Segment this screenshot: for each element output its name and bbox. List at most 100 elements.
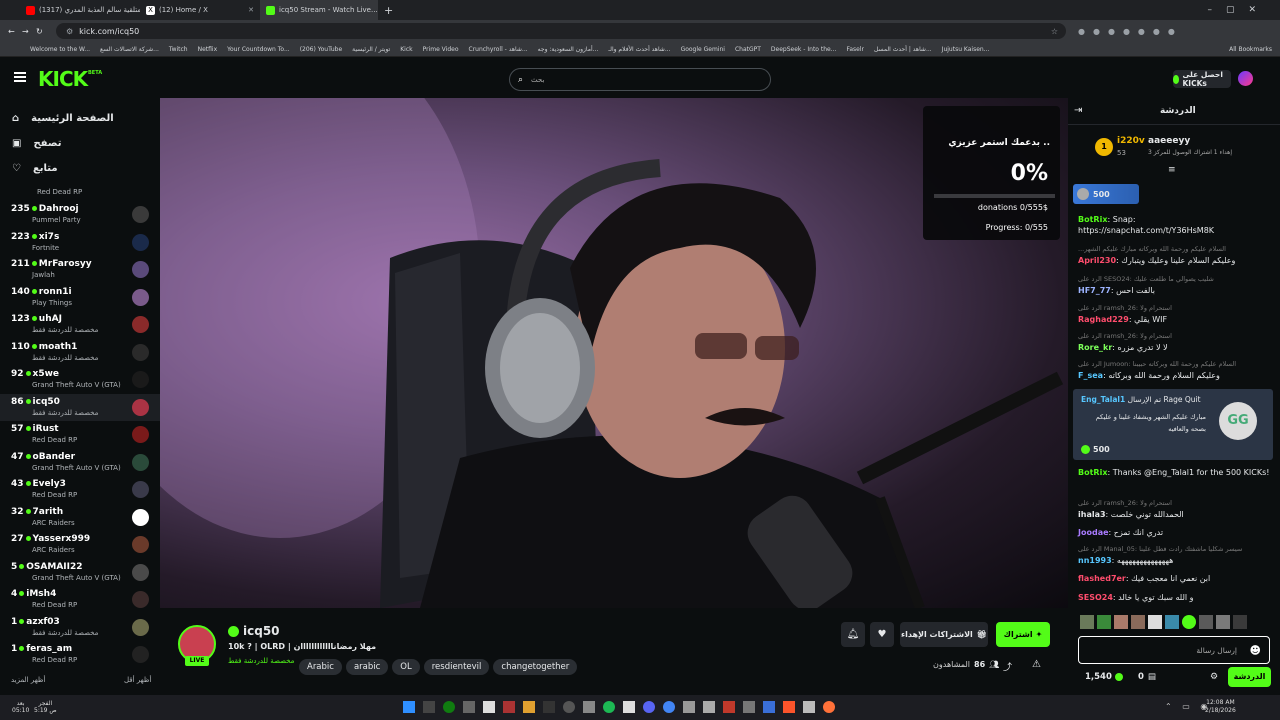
start-icon[interactable]: [403, 701, 415, 713]
chat-username[interactable]: Rore_kr: [1078, 343, 1112, 352]
taskview-icon[interactable]: [423, 701, 435, 713]
kicks-balance[interactable]: 1,540: [1085, 672, 1123, 682]
xbox-icon[interactable]: [443, 701, 455, 713]
bookmark-item[interactable]: ChatGPT: [735, 46, 761, 53]
reload-icon[interactable]: ↻: [36, 27, 52, 36]
video-player[interactable]: بدعمك استمر عزيزي .. 0% donations 0/555$…: [160, 98, 1068, 608]
bookmark-item[interactable]: Prime Video: [423, 46, 459, 53]
bookmark-item[interactable]: تويتر / الرئيسية: [352, 46, 390, 53]
emote-icon[interactable]: [1233, 615, 1247, 629]
menu-icon[interactable]: [14, 72, 26, 82]
bookmark-item[interactable]: Jujutsu Kaisen...: [942, 46, 990, 53]
sidebar-item-browse[interactable]: ▣ تصفح: [0, 131, 160, 156]
bookmark-item[interactable]: شاهد أحدث الأفلام والـ...: [608, 46, 670, 53]
user-avatar[interactable]: [1238, 71, 1253, 86]
app-icon[interactable]: [683, 701, 695, 713]
tag[interactable]: resdientevil: [423, 659, 490, 675]
tag[interactable]: OL: [392, 659, 420, 675]
gift-subs-button[interactable]: الاشتراكات الإهداء 🎁︎: [900, 622, 988, 647]
app-icon[interactable]: [723, 701, 735, 713]
emote-icon[interactable]: [1148, 615, 1162, 629]
search-input[interactable]: ⌕ بحث: [509, 68, 771, 91]
app-icon[interactable]: [583, 701, 595, 713]
app-icon[interactable]: [563, 701, 575, 713]
channel-name[interactable]: icq50: [243, 624, 280, 638]
show-more-button[interactable]: أظهر المزيد: [11, 676, 45, 684]
tag[interactable]: changetogether: [493, 659, 578, 675]
pinned-kicks-badge[interactable]: 500: [1073, 184, 1139, 204]
kick-logo[interactable]: KICK: [38, 67, 88, 91]
site-info-icon[interactable]: ⚙: [66, 27, 73, 36]
firefox-icon[interactable]: [823, 701, 835, 713]
window-controls[interactable]: –▢✕: [1207, 5, 1270, 15]
settings-gear-icon[interactable]: ⚙: [1210, 672, 1218, 682]
chat-username[interactable]: ihala3: [1078, 510, 1106, 519]
sidebar-channel-item[interactable]: 1 feras_am Red Dead RP: [0, 641, 160, 668]
sidebar-channel-item[interactable]: 5 OSAMAII22 Grand Theft Auto V (GTA): [0, 559, 160, 586]
sidebar-channel-item[interactable]: 211 MrFarosyy Jawlah: [0, 256, 160, 283]
emote-icon[interactable]: [1182, 615, 1196, 629]
bookmark-item[interactable]: Netflix: [198, 46, 218, 53]
bookmark-item[interactable]: Your Countdown To...: [227, 46, 290, 53]
folder-icon[interactable]: [523, 701, 535, 713]
sidebar-channel-item[interactable]: 235 Dahrooj Pummel Party: [0, 201, 160, 228]
sidebar-item-following[interactable]: ♡ متابع: [0, 156, 160, 181]
sidebar-channel-item[interactable]: 110 moath1 مخصصة للدردشة فقط: [0, 339, 160, 366]
app-icon[interactable]: [463, 701, 475, 713]
emote-icon[interactable]: [1114, 615, 1128, 629]
sidebar-item-home[interactable]: ⌂ الصفحة الرئيسية: [0, 106, 160, 131]
app-icon[interactable]: [703, 701, 715, 713]
emoji-icon[interactable]: ☻: [1250, 644, 1261, 657]
leaderboard-user[interactable]: aaeeeyy: [1148, 136, 1190, 146]
app-icon[interactable]: [803, 701, 815, 713]
prayer-widget[interactable]: الفجر 5:19 ص: [34, 700, 57, 714]
sidebar-channel-item[interactable]: 92 x5we Grand Theft Auto V (GTA): [0, 366, 160, 393]
chat-username[interactable]: Joodae: [1078, 528, 1109, 537]
bookmark-item[interactable]: Twitch: [169, 46, 188, 53]
emote-icon[interactable]: [1131, 615, 1145, 629]
bookmark-item[interactable]: شاهد | أحدث المسل...: [874, 46, 932, 53]
chat-username[interactable]: April230: [1078, 256, 1116, 265]
clock[interactable]: 12:08 AM 2/18/2026: [1205, 699, 1236, 715]
spotify-icon[interactable]: [603, 701, 615, 713]
sidebar-channel-item[interactable]: 4 iMsh4 Red Dead RP: [0, 586, 160, 613]
bookmark-item[interactable]: أمازون السعودية: وجه...: [538, 46, 599, 53]
app-icon[interactable]: [503, 701, 515, 713]
report-icon[interactable]: ⚠: [1032, 659, 1041, 670]
weather-widget[interactable]: بعد 05:10: [12, 700, 29, 714]
filter-icon[interactable]: ≡: [1168, 165, 1176, 175]
emote-icon[interactable]: [1080, 615, 1094, 629]
sidebar-channel-item[interactable]: 43 Evely3 Red Dead RP: [0, 476, 160, 503]
discord-icon[interactable]: [643, 701, 655, 713]
forward-icon[interactable]: →: [22, 27, 36, 36]
collapse-chat-icon[interactable]: ⇥: [1074, 105, 1082, 116]
app-icon[interactable]: [483, 701, 495, 713]
sidebar-channel-item[interactable]: 32 7arith ARC Raiders: [0, 504, 160, 531]
emote-icon[interactable]: [1216, 615, 1230, 629]
browser-tab-youtube[interactable]: (1317) متلقية سالم العذبة المدري ✕: [20, 0, 140, 20]
chat-username[interactable]: BotRix: [1078, 215, 1107, 224]
tag[interactable]: arabic: [345, 659, 389, 675]
tab-search-button[interactable]: [0, 0, 20, 20]
bookmark-item[interactable]: Kick: [400, 46, 412, 53]
app-icon[interactable]: [543, 701, 555, 713]
app-icon[interactable]: [763, 701, 775, 713]
bookmark-item[interactable]: Google Gemini: [681, 46, 725, 53]
follow-button[interactable]: ♥: [870, 622, 894, 647]
browser-tab-kick[interactable]: icq50 Stream - Watch Live... ✕: [260, 0, 378, 20]
bookmark-item[interactable]: DeepSeek - Into the...: [771, 46, 837, 53]
close-tab-icon[interactable]: ✕: [248, 6, 254, 14]
chat-username[interactable]: F_sea: [1078, 371, 1103, 380]
url-input[interactable]: ⚙ kick.com/icq50 ☆: [56, 23, 1066, 39]
new-tab-button[interactable]: +: [384, 4, 393, 17]
tag[interactable]: Arabic: [299, 659, 342, 675]
app-icon[interactable]: [743, 701, 755, 713]
sidebar-channel-item[interactable]: 123 uhAJ مخصصة للدردشة فقط: [0, 311, 160, 338]
show-less-button[interactable]: أظهر أقل: [124, 676, 151, 684]
chat-username[interactable]: flashed7er: [1078, 574, 1126, 583]
back-icon[interactable]: ←: [8, 27, 22, 36]
emote-icon[interactable]: [1165, 615, 1179, 629]
chat-username[interactable]: nn1993: [1078, 556, 1112, 565]
sidebar-channel-item[interactable]: 47 oBander Grand Theft Auto V (GTA): [0, 449, 160, 476]
notification-bell-button[interactable]: 🔔︎: [841, 622, 865, 647]
